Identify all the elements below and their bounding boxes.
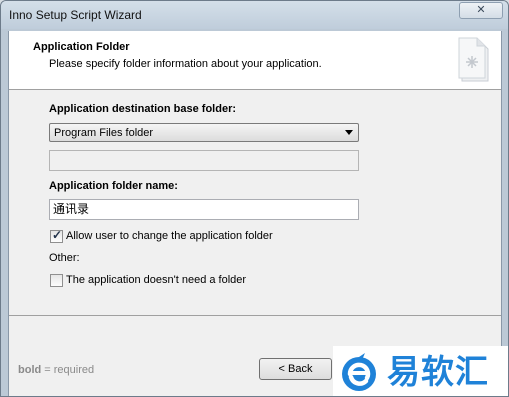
close-icon: ✕ [476, 4, 486, 16]
footer-divider [9, 315, 501, 316]
legend-text: = required [41, 364, 95, 376]
close-button[interactable]: ✕ [459, 2, 503, 19]
no-folder-label[interactable]: The application doesn't need a folder [66, 274, 246, 286]
wizard-header: Application Folder Please specify folder… [9, 31, 501, 90]
watermark-logo: 易软汇 [333, 346, 508, 396]
document-icon [458, 37, 489, 82]
allow-change-checkbox[interactable]: ✓ [50, 228, 63, 243]
e-logo-icon [342, 353, 376, 391]
checkmark-icon: ✓ [52, 228, 63, 242]
dialog-client-area: Application Folder Please specify folder… [8, 31, 502, 396]
base-folder-selected-value: Program Files folder [54, 127, 154, 139]
window-title: Inno Setup Script Wizard [9, 8, 142, 22]
custom-base-folder-field [49, 150, 359, 171]
page-title: Application Folder [33, 41, 130, 53]
folder-name-label: Application folder name: [49, 180, 178, 192]
base-folder-select[interactable]: Program Files folder [49, 123, 359, 142]
allow-change-label[interactable]: Allow user to change the application fol… [66, 230, 273, 242]
required-legend: bold = required [18, 364, 94, 376]
back-button[interactable]: < Back [259, 358, 332, 380]
base-folder-label: Application destination base folder: [49, 103, 237, 115]
page-subtitle: Please specify folder information about … [49, 58, 322, 70]
no-folder-checkbox[interactable] [50, 274, 63, 287]
chevron-down-icon [345, 130, 353, 135]
watermark-text: 易软汇 [387, 352, 489, 391]
other-label: Other: [49, 252, 80, 264]
title-bar[interactable]: Inno Setup Script Wizard ✕ [1, 1, 508, 29]
legend-bold-word: bold [18, 364, 42, 376]
wizard-window: Inno Setup Script Wizard ✕ Application F… [0, 0, 509, 397]
folder-name-input[interactable]: 通讯录 [49, 199, 359, 220]
